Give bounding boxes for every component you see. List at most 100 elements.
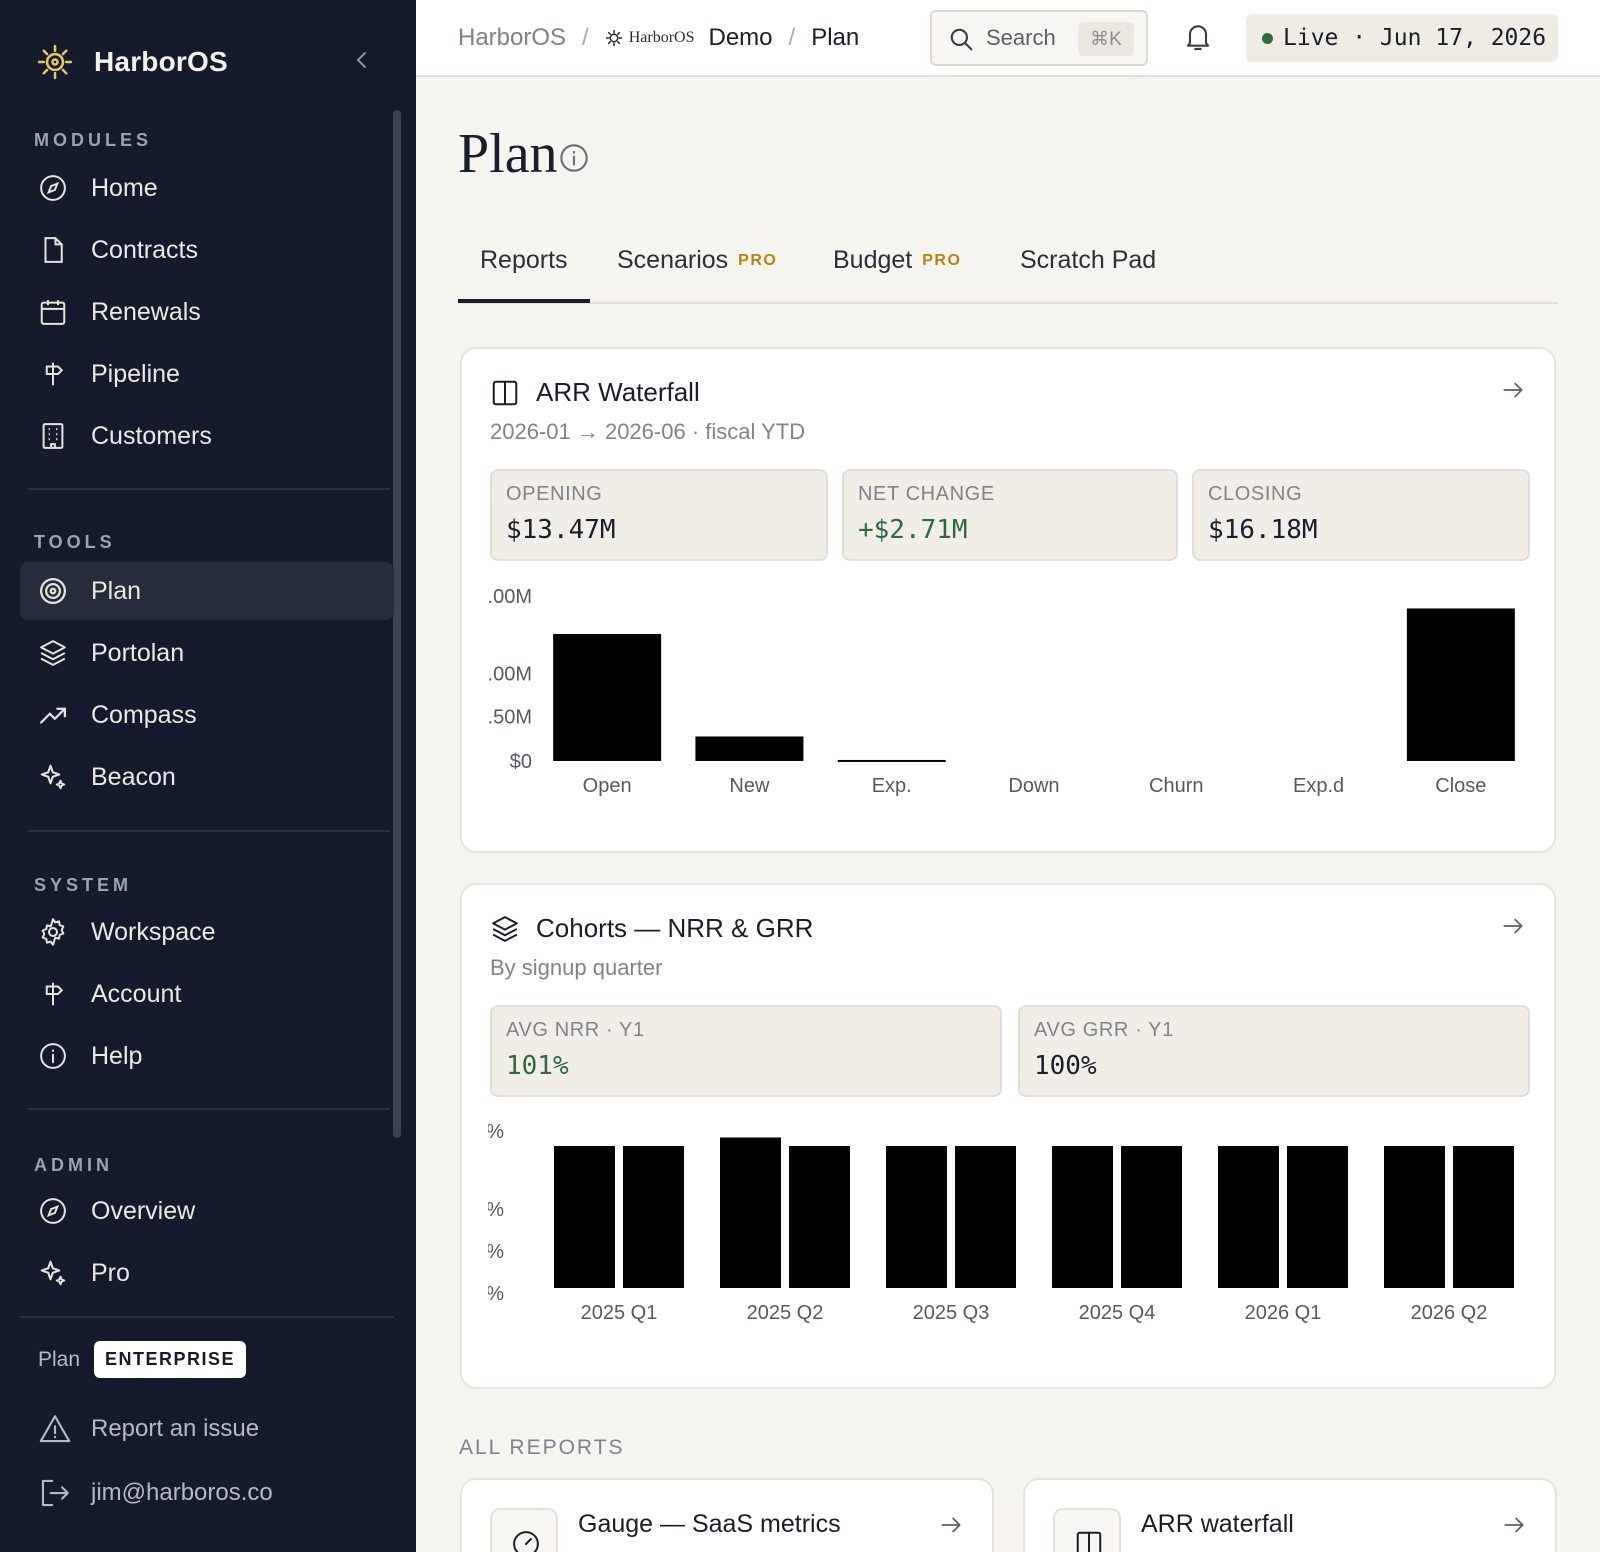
sidebar-item-label: Contracts: [91, 235, 198, 264]
stat-opening: OPENING $13.47M: [490, 469, 828, 561]
report-issue-label: Report an issue: [91, 1415, 260, 1442]
brand[interactable]: HarborOS: [36, 42, 228, 82]
report-icon-box: [1053, 1508, 1121, 1552]
tab-label: Reports: [480, 246, 568, 274]
sidebar-item-plan[interactable]: Plan: [20, 562, 394, 620]
sidebar-item-label: Plan: [91, 576, 142, 605]
chart-bar: [720, 1137, 781, 1288]
tab-budget[interactable]: Budget PRO: [833, 246, 961, 275]
stat-avg-nrr: AVG NRR · Y1 101%: [490, 1005, 1002, 1097]
tab-scratch-pad[interactable]: Scratch Pad: [1020, 246, 1156, 275]
report-card-gauge[interactable]: Gauge — SaaS metrics: [460, 1478, 994, 1552]
layers-icon: [492, 915, 518, 942]
sidebar-item-home[interactable]: Home: [20, 159, 394, 217]
stat-label: AVG GRR · Y1: [1034, 1019, 1174, 1041]
breadcrumb: HarborOS / HarborOS Demo / Plan: [458, 24, 859, 52]
arrow-right-icon[interactable]: [1500, 377, 1526, 403]
x-tick-label: Exp.d: [1293, 775, 1344, 797]
y-tick-label: %: [488, 1121, 504, 1143]
breadcrumb-item-root[interactable]: HarborOS: [458, 24, 566, 52]
sidebar-item-pro[interactable]: Pro: [20, 1244, 394, 1302]
tab-reports[interactable]: Reports: [480, 246, 568, 275]
x-tick-label: Close: [1435, 775, 1486, 797]
sidebar-item-portolan[interactable]: Portolan: [20, 624, 394, 682]
sidebar-item-label: Pro: [91, 1258, 130, 1287]
columns-icon: [1076, 1531, 1102, 1552]
sidebar-item-workspace[interactable]: Workspace: [20, 903, 394, 961]
y-tick-label: .50M: [488, 707, 532, 729]
y-tick-label: .00M: [488, 586, 532, 608]
stat-net-change: NET CHANGE +$2.71M: [842, 469, 1178, 561]
sidebar-item-customers[interactable]: Customers: [20, 407, 394, 465]
sidebar-item-pipeline[interactable]: Pipeline: [20, 345, 394, 403]
logout-link[interactable]: jim@harboros.co: [38, 1476, 273, 1510]
info-icon: [40, 1043, 66, 1069]
sidebar: HarborOS MODULES Home Contracts Renewals…: [0, 0, 416, 1552]
section-label-system: SYSTEM: [34, 875, 133, 895]
plan-label: Plan: [38, 1347, 81, 1371]
sidebar-item-overview[interactable]: Overview: [20, 1182, 394, 1240]
arrow-right-icon: [941, 1517, 961, 1533]
sidebar-item-account[interactable]: Account: [20, 965, 394, 1023]
arrow-right-icon[interactable]: [1500, 913, 1526, 939]
all-reports-caption: ALL REPORTS: [459, 1436, 625, 1459]
sidebar-item-label: Customers: [91, 421, 212, 450]
plan-badge: ENTERPRISE: [94, 1341, 247, 1378]
breadcrumb-item-workspace[interactable]: Demo: [708, 24, 772, 52]
logout-icon: [41, 1479, 69, 1507]
x-tick-label: Down: [1008, 775, 1059, 797]
sidebar-item-compass[interactable]: Compass: [20, 686, 394, 744]
chart-bar: [1406, 608, 1515, 761]
stat-label: AVG NRR · Y1: [506, 1019, 645, 1041]
chart-bar: [695, 736, 804, 761]
sidebar-item-label: Pipeline: [91, 359, 180, 388]
live-dot: [1262, 32, 1273, 44]
chart-bar: [623, 1146, 684, 1288]
chart-bar: [1121, 1146, 1182, 1288]
columns-icon: [492, 380, 518, 405]
arr-waterfall-card[interactable]: ARR Waterfall 2026-01 → 2026-06 · fiscal…: [460, 347, 1556, 853]
search-shortcut: ⌘K: [1078, 22, 1134, 56]
sidebar-scrollbar[interactable]: [393, 110, 401, 1138]
sidebar-item-beacon[interactable]: Beacon: [20, 748, 394, 806]
breadcrumb-logo: HarborOS: [605, 29, 694, 47]
live-status-text: Live · Jun 17, 2026: [1283, 25, 1547, 51]
tab-bar: Reports Scenarios PRO Budget PRO Scratch P…: [458, 240, 1558, 304]
file-icon: [44, 237, 63, 263]
warning-icon: [39, 1415, 71, 1443]
stat-closing: CLOSING $16.18M: [1192, 469, 1530, 561]
stat-value: 100%: [1034, 1051, 1097, 1081]
chart-bar: [1384, 1146, 1445, 1288]
sidebar-item-label: Renewals: [91, 297, 201, 326]
search-button[interactable]: Search ⌘K: [930, 10, 1148, 66]
report-card-arr-waterfall[interactable]: ARR waterfall: [1023, 1478, 1557, 1552]
chart-bar: [554, 1146, 615, 1288]
topbar: HarborOS / HarborOS Demo / Plan Search ⌘…: [416, 0, 1600, 77]
sidebar-divider: [28, 830, 390, 832]
card-header: Cohorts — NRR & GRR: [490, 913, 813, 944]
cohorts-card[interactable]: Cohorts — NRR & GRR By signup quarter AV…: [460, 883, 1556, 1389]
chart-bar: [886, 1146, 947, 1288]
bell-icon[interactable]: [1182, 20, 1214, 54]
sidebar-item-label: Compass: [91, 700, 197, 729]
sidebar-item-contracts[interactable]: Contracts: [20, 221, 394, 279]
sidebar-item-label: Workspace: [91, 917, 216, 946]
stat-label: NET CHANGE: [858, 483, 995, 505]
sidebar-item-renewals[interactable]: Renewals: [20, 283, 394, 341]
sidebar-item-help[interactable]: Help: [20, 1027, 394, 1085]
x-tick-label: 2025 Q3: [913, 1302, 990, 1324]
plan-indicator: Plan ENTERPRISE: [38, 1341, 247, 1378]
target-icon: [40, 578, 66, 604]
breadcrumb-item-current: Plan: [811, 24, 860, 51]
stat-value: $13.47M: [506, 515, 616, 545]
tab-scenarios[interactable]: Scenarios PRO: [617, 246, 777, 275]
gauge-icon: [513, 1531, 539, 1552]
chevron-left-icon[interactable]: [350, 46, 374, 74]
info-icon[interactable]: [558, 142, 590, 174]
live-status-badge: Live · Jun 17, 2026: [1246, 14, 1558, 62]
report-issue-link[interactable]: Report an issue: [38, 1412, 259, 1446]
report-title: ARR waterfall: [1141, 1510, 1294, 1538]
signpost-icon: [45, 362, 64, 386]
x-tick-label: Exp.: [872, 775, 912, 797]
card-title: Cohorts — NRR & GRR: [536, 913, 814, 943]
